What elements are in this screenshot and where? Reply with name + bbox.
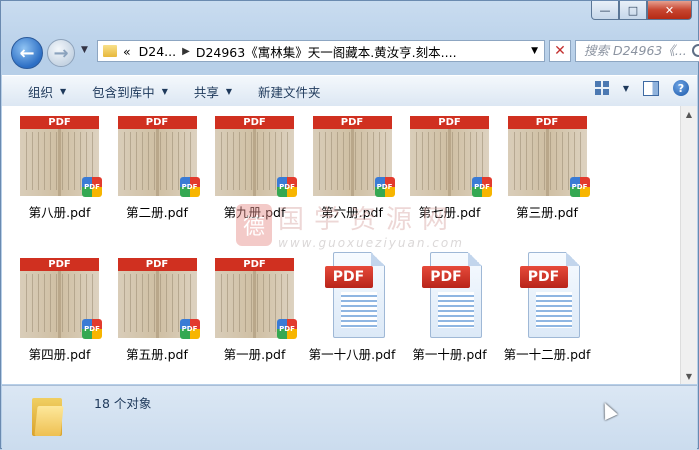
maximize-button[interactable]: □ [619,1,647,20]
new-folder-button[interactable]: 新建文件夹 [258,82,321,101]
search-input[interactable]: 搜索 D24963《... [575,40,699,62]
pdf-file-icon: PDF [422,252,486,338]
file-name: 第三册.pdf [516,205,578,220]
search-icon[interactable] [692,44,699,57]
breadcrumb-separator-icon[interactable]: ▶ [182,46,190,57]
recent-pages-dropdown[interactable]: ▼ [81,45,88,55]
scroll-down-icon[interactable]: ▼ [681,368,697,384]
view-dropdown-icon[interactable]: ▼ [623,84,629,93]
watermark-title: 国学资源网 [278,205,459,235]
navigation-bar: ← → ▼ « D24... ▶ D24963《寓林集》天一阁藏本.黄汝亨.刻本… [9,37,699,69]
folder-icon [103,45,117,57]
breadcrumb-item-current[interactable]: D24963《寓林集》天一阁藏本.黄汝亨.刻本.... [196,42,457,61]
vertical-scrollbar[interactable]: ▲ ▼ [680,106,697,384]
file-item[interactable]: PDF 第一十册.pdf [392,248,489,368]
caption-buttons: — □ ✕ [591,1,692,20]
clear-address-button[interactable]: ✕ [549,40,571,62]
file-item[interactable]: PDF 第一十二册.pdf [490,248,590,368]
file-item[interactable]: PDF PDF 第八册.pdf [2,106,102,226]
back-button[interactable]: ← [11,37,43,69]
toolbar-right-group: ▼ ? [594,80,689,96]
file-item[interactable]: PDF 第一十八册.pdf [295,248,395,368]
command-bar: 组织 ▼ 包含到库中 ▼ 共享 ▼ 新建文件夹 ▼ ? [2,75,697,107]
search-placeholder: 搜索 D24963《... [584,43,687,58]
change-view-icon[interactable] [594,81,609,95]
file-item[interactable]: PDF PDF 第二册.pdf [100,106,200,226]
file-name: 第一十二册.pdf [503,347,591,362]
watermark-url: www.guoxueziyuan.com [278,236,464,250]
preview-pane-icon[interactable] [643,80,659,96]
share-menu[interactable]: 共享 ▼ [194,82,232,101]
breadcrumb-prefix[interactable]: « [123,44,131,59]
include-in-library-menu[interactable]: 包含到库中 ▼ [92,82,168,101]
thumbnail-band: PDF [117,116,197,129]
file-item[interactable]: PDF PDF 第五册.pdf [100,248,200,368]
include-library-label: 包含到库中 [92,84,155,100]
watermark: 德 国学资源网 www.guoxueziyuan.com [236,199,464,250]
item-count: 18 个对象 [94,396,152,411]
explorer-window: — □ ✕ ← → ▼ « D24... ▶ D24963《寓林集》天一阁藏本.… [0,0,699,450]
pdf-file-icon: PDF [324,252,389,338]
breadcrumb-item-parent[interactable]: D24... [139,44,176,59]
new-folder-label: 新建文件夹 [258,84,321,100]
thumbnail-band: PDF [215,258,294,271]
file-item[interactable]: PDF PDF 第三册.pdf [490,106,590,226]
thumbnail-band: PDF [507,116,587,129]
thumbnail-band: PDF [312,116,392,129]
chevron-down-icon: ▼ [60,86,67,96]
thumbnail-band: PDF [215,116,294,129]
chevron-down-icon: ▼ [161,86,168,96]
file-item[interactable]: PDF PDF 第四册.pdf [2,248,102,368]
thumbnail-band: PDF [117,258,197,271]
minimize-button[interactable]: — [591,1,619,20]
watermark-seal: 德 [236,203,272,246]
help-icon[interactable]: ? [673,80,689,96]
address-dropdown-icon[interactable]: ▼ [531,46,538,56]
pdf-tag: PDF [422,266,470,288]
details-pane: 18 个对象 [2,385,697,450]
chevron-down-icon: ▼ [225,86,233,96]
organize-menu[interactable]: 组织 ▼ [28,82,66,101]
close-button[interactable]: ✕ [647,1,692,20]
pdf-tag: PDF [324,266,373,288]
share-label: 共享 [193,84,219,100]
scroll-up-icon[interactable]: ▲ [681,106,697,122]
pdf-file-icon: PDF [519,252,584,338]
thumbnail-band: PDF [20,116,99,129]
pdf-app-icon: PDF [569,177,590,197]
file-item[interactable]: PDF PDF 第一册.pdf [197,248,297,368]
address-bar[interactable]: « D24... ▶ D24963《寓林集》天一阁藏本.黄汝亨.刻本.... ▼ [97,40,545,62]
thumbnail-band: PDF [410,116,489,129]
organize-label: 组织 [28,84,54,100]
folder-large-icon [32,392,64,436]
thumbnail-band: PDF [20,258,99,271]
forward-button[interactable]: → [47,39,75,67]
pdf-tag: PDF [519,266,568,288]
